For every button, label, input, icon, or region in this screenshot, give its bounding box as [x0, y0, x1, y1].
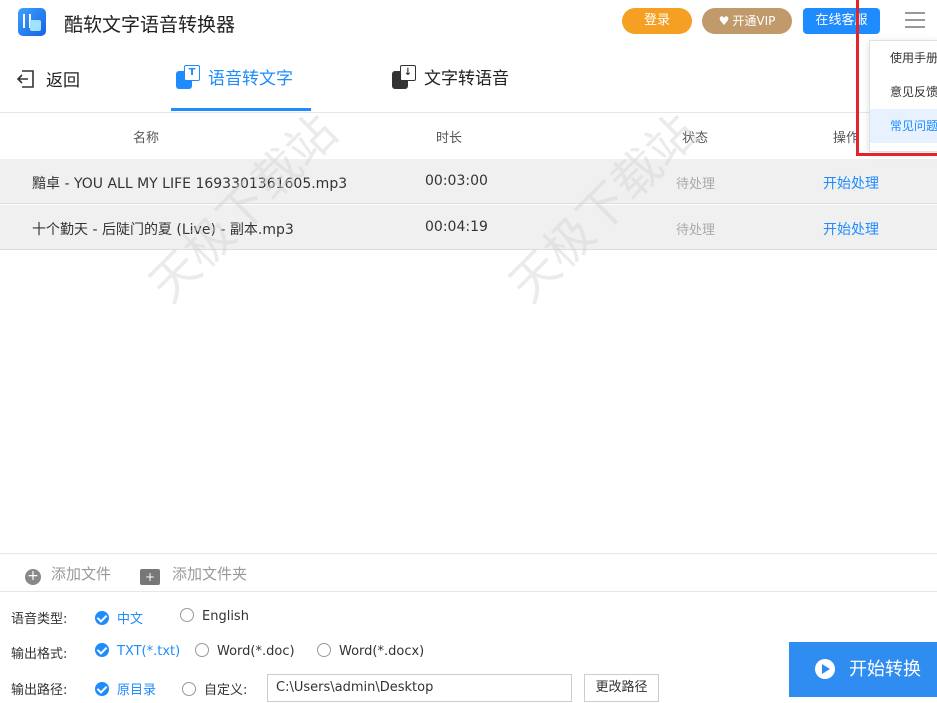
file-status: 待处理	[676, 223, 716, 238]
start-convert-label: 开始转换	[849, 659, 921, 680]
file-name: 十个勤天 - 后陡门的夏 (Live) - 副本.mp3	[32, 222, 294, 238]
add-files-bar: + 添加文件 + 添加文件夹	[0, 553, 937, 592]
path-original-radio[interactable]: 原目录	[95, 679, 156, 698]
start-process-link[interactable]: 开始处理	[823, 219, 879, 239]
highlight-frame	[856, 0, 937, 156]
app-logo-icon	[18, 8, 46, 36]
file-duration: 00:03:00	[425, 173, 488, 189]
nav-bar: 返回 T 语音转文字 ↓ 文字转语音	[0, 44, 937, 113]
radio-label: 原目录	[117, 683, 157, 698]
start-convert-button[interactable]: 开始转换	[789, 642, 937, 697]
add-file-label: 添加文件	[51, 565, 112, 583]
add-file-button[interactable]: + 添加文件	[25, 563, 111, 585]
table-header: 名称 时长 状态 操作	[0, 113, 937, 157]
output-format-label: 输出格式:	[11, 647, 68, 662]
file-status: 待处理	[676, 177, 716, 192]
radio-unchecked-icon	[182, 682, 196, 696]
voice-type-row: 语音类型: 中文 English	[0, 601, 780, 631]
radio-checked-icon	[95, 643, 109, 657]
radio-label: Word(*.doc)	[217, 644, 295, 659]
output-format-row: 输出格式: TXT(*.txt) Word(*.doc) Word(*.docx…	[0, 636, 780, 666]
login-button[interactable]: 登录	[622, 8, 692, 34]
add-folder-label: 添加文件夹	[172, 565, 248, 583]
back-label: 返回	[46, 71, 80, 91]
vip-label: 开通VIP	[732, 14, 776, 28]
tab-label: 文字转语音	[424, 69, 509, 89]
radio-unchecked-icon	[180, 608, 194, 622]
radio-unchecked-icon	[317, 643, 331, 657]
format-doc-radio[interactable]: Word(*.doc)	[195, 643, 295, 659]
output-path-input[interactable]: C:\Users\admin\Desktop	[267, 674, 572, 702]
vip-button[interactable]: ♥ 开通VIP	[702, 8, 792, 34]
output-path-label: 输出路径:	[11, 683, 68, 698]
radio-label: TXT(*.txt)	[117, 644, 181, 659]
format-docx-radio[interactable]: Word(*.docx)	[317, 643, 424, 659]
play-icon	[815, 659, 835, 679]
back-arrow-icon	[16, 70, 34, 88]
start-process-link[interactable]: 开始处理	[823, 173, 879, 193]
output-path-row: 输出路径: 原目录 自定义: C:\Users\admin\Desktop 更改…	[0, 672, 780, 702]
path-custom-radio[interactable]: 自定义:	[182, 679, 247, 698]
title-bar: 酷软文字语音转换器 登录 ♥ 开通VIP 在线客服	[0, 0, 937, 44]
radio-label: 中文	[117, 612, 144, 627]
col-name-header: 名称	[133, 131, 160, 146]
radio-unchecked-icon	[195, 643, 209, 657]
col-duration-header: 时长	[436, 131, 463, 146]
format-txt-radio[interactable]: TXT(*.txt)	[95, 643, 180, 659]
radio-checked-icon	[95, 682, 109, 696]
diamond-icon: ♥	[718, 14, 730, 28]
tab-speech-to-text[interactable]: T 语音转文字	[176, 64, 293, 94]
radio-label: 自定义:	[204, 683, 248, 698]
text-to-speech-icon: ↓	[392, 65, 416, 89]
active-tab-indicator	[171, 108, 311, 111]
table-row[interactable]: 黯卓 - YOU ALL MY LIFE 1693301361605.mp3 0…	[0, 159, 937, 204]
tab-label: 语音转文字	[208, 69, 293, 89]
app-title: 酷软文字语音转换器	[64, 14, 236, 36]
add-folder-button[interactable]: + 添加文件夹	[140, 563, 247, 585]
plus-icon: +	[25, 569, 41, 585]
file-name: 黯卓 - YOU ALL MY LIFE 1693301361605.mp3	[32, 176, 348, 192]
radio-label: Word(*.docx)	[339, 644, 425, 659]
voice-type-label: 语音类型:	[11, 612, 68, 627]
radio-checked-icon	[95, 611, 109, 625]
file-duration: 00:04:19	[425, 219, 488, 235]
table-row[interactable]: 十个勤天 - 后陡门的夏 (Live) - 副本.mp3 00:04:19 待处…	[0, 205, 937, 250]
folder-add-icon: +	[140, 569, 160, 585]
tab-text-to-speech[interactable]: ↓ 文字转语音	[392, 64, 509, 94]
change-path-button[interactable]: 更改路径	[584, 674, 659, 702]
voice-chinese-radio[interactable]: 中文	[95, 608, 143, 627]
voice-english-radio[interactable]: English	[180, 608, 249, 624]
radio-label: English	[202, 609, 249, 624]
col-status-header: 状态	[682, 131, 709, 146]
back-button[interactable]: 返回	[16, 66, 80, 91]
speech-to-text-icon: T	[176, 65, 200, 89]
